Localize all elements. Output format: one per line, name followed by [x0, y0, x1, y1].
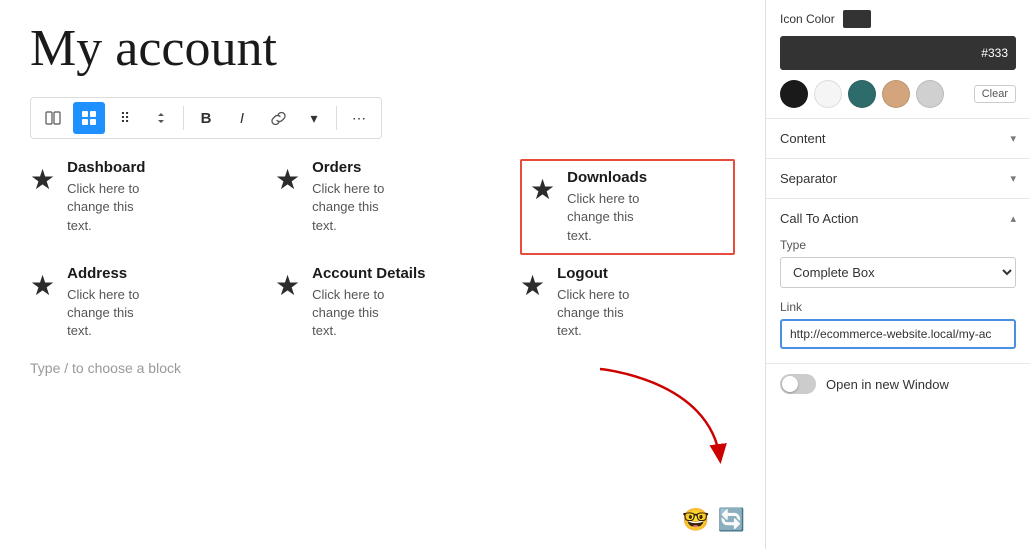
cta-chevron-icon: ▴: [1010, 212, 1016, 225]
star-icon-downloads: ★: [530, 173, 555, 206]
star-icon-logout: ★: [520, 269, 545, 302]
content-area: My account ⠿ B I: [0, 0, 765, 549]
address-title: Address: [67, 265, 139, 282]
italic-button[interactable]: I: [226, 102, 258, 134]
orders-content: Orders Click here tochange thistext.: [312, 159, 384, 235]
star-icon-dashboard: ★: [30, 163, 55, 196]
swatch-white[interactable]: [814, 80, 842, 108]
account-item-account-details[interactable]: ★ Account Details Click here tochange th…: [275, 265, 490, 341]
star-icon-address: ★: [30, 269, 55, 302]
logout-text: Click here tochange thistext.: [557, 286, 629, 341]
bold-button[interactable]: B: [190, 102, 222, 134]
drag-handle-button[interactable]: ⠿: [109, 102, 141, 134]
dashboard-title: Dashboard: [67, 159, 145, 176]
account-item-downloads[interactable]: ★ Downloads Click here tochange thistext…: [520, 159, 735, 255]
address-content: Address Click here tochange thistext.: [67, 265, 139, 341]
dashboard-text: Click here tochange thistext.: [67, 180, 145, 235]
open-new-window-row: Open in new Window: [766, 364, 1030, 404]
logout-content: Logout Click here tochange thistext.: [557, 265, 629, 341]
grid-view-button[interactable]: [73, 102, 105, 134]
sidebar-toggle-button[interactable]: [37, 102, 69, 134]
downloads-text: Click here tochange thistext.: [567, 190, 647, 245]
content-section-header[interactable]: Content ▾: [766, 119, 1030, 158]
color-hex-bar[interactable]: #333: [780, 36, 1016, 70]
block-hint: Type / to choose a block: [30, 360, 735, 376]
account-details-title: Account Details: [312, 265, 425, 282]
account-item-orders[interactable]: ★ Orders Click here tochange thistext.: [275, 159, 490, 255]
right-panel: Icon Color #333 Clear Content ▾ Separato…: [765, 0, 1030, 549]
swatch-peach[interactable]: [882, 80, 910, 108]
star-icon-orders: ★: [275, 163, 300, 196]
content-chevron-icon: ▾: [1010, 132, 1016, 145]
dashboard-content: Dashboard Click here tochange thistext.: [67, 159, 145, 235]
separator-chevron-icon: ▾: [1010, 172, 1016, 185]
toolbar-divider-2: [336, 106, 337, 130]
address-text: Click here tochange thistext.: [67, 286, 139, 341]
clear-button[interactable]: Clear: [974, 85, 1016, 103]
swatch-black[interactable]: [780, 80, 808, 108]
page-title: My account: [30, 20, 735, 77]
swatch-light-gray[interactable]: [916, 80, 944, 108]
downloads-title: Downloads: [567, 169, 647, 186]
account-details-text: Click here tochange thistext.: [312, 286, 425, 341]
swatch-teal[interactable]: [848, 80, 876, 108]
account-grid: ★ Dashboard Click here tochange thistext…: [30, 159, 735, 340]
toggle-knob: [782, 376, 798, 392]
account-details-content: Account Details Click here tochange this…: [312, 265, 425, 341]
glasses-emoji: 🤓: [682, 507, 709, 533]
cta-section-body: Type Complete Box Button Link None Link: [766, 238, 1030, 363]
account-item-logout[interactable]: ★ Logout Click here tochange thistext.: [520, 265, 735, 341]
separator-section: Separator ▾: [766, 159, 1030, 199]
downloads-content: Downloads Click here tochange thistext.: [567, 169, 647, 245]
link-label: Link: [780, 300, 1016, 314]
cta-section-header[interactable]: Call To Action ▴: [766, 199, 1030, 238]
icon-color-label: Icon Color: [780, 10, 1016, 28]
emoji-bar: 🤓 🔄: [682, 507, 745, 533]
type-label: Type: [780, 238, 1016, 252]
account-item-dashboard[interactable]: ★ Dashboard Click here tochange thistext…: [30, 159, 245, 255]
more-options-button[interactable]: ⋯: [343, 102, 375, 134]
open-new-window-toggle[interactable]: [780, 374, 816, 394]
toolbar-divider-1: [183, 106, 184, 130]
star-icon-account-details: ★: [275, 269, 300, 302]
dropdown-arrow-button[interactable]: ▾: [298, 102, 330, 134]
call-to-action-section: Call To Action ▴ Type Complete Box Butto…: [766, 199, 1030, 364]
open-new-window-label: Open in new Window: [826, 377, 949, 392]
orders-text: Click here tochange thistext.: [312, 180, 384, 235]
refresh-emoji: 🔄: [718, 507, 745, 533]
separator-section-header[interactable]: Separator ▾: [766, 159, 1030, 198]
logout-title: Logout: [557, 265, 629, 282]
color-swatches: [780, 80, 944, 108]
toolbar: ⠿ B I ▾ ⋯: [30, 97, 382, 139]
color-preview-box: [843, 10, 871, 28]
orders-title: Orders: [312, 159, 384, 176]
red-arrow: [590, 359, 740, 489]
reorder-button[interactable]: [145, 102, 177, 134]
icon-color-section: Icon Color #333 Clear: [766, 0, 1030, 119]
link-button[interactable]: [262, 102, 294, 134]
account-item-address[interactable]: ★ Address Click here tochange thistext.: [30, 265, 245, 341]
link-input[interactable]: [780, 319, 1016, 349]
type-select[interactable]: Complete Box Button Link None: [780, 257, 1016, 288]
content-section: Content ▾: [766, 119, 1030, 159]
